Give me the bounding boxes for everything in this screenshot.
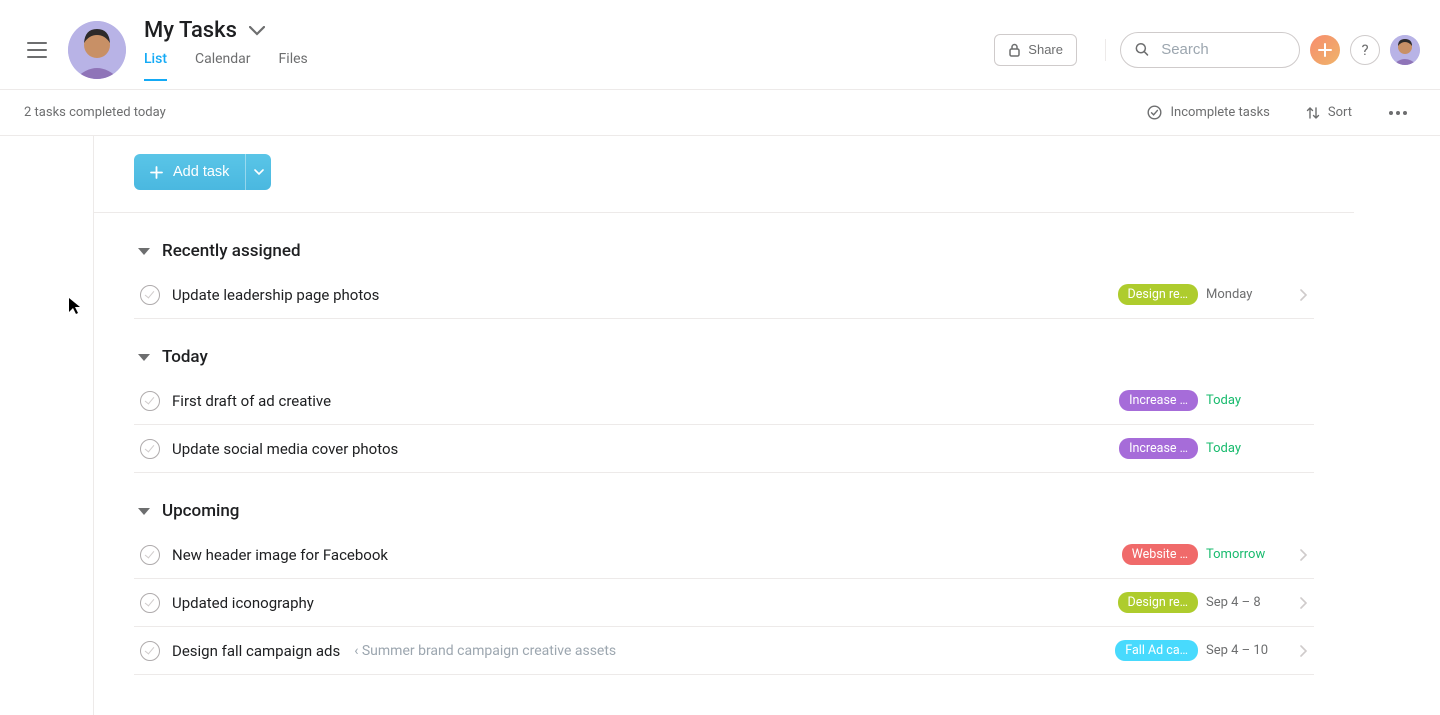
due-date[interactable]: Monday — [1206, 287, 1296, 302]
chevron-right-icon — [1300, 645, 1308, 657]
section-name: Recently assigned — [162, 241, 301, 261]
filter-incomplete[interactable]: Incomplete tasks — [1139, 101, 1277, 124]
tab-list[interactable]: List — [144, 51, 167, 81]
caret-down-icon — [138, 248, 150, 255]
section-header[interactable]: Recently assigned — [138, 241, 1314, 261]
task-row[interactable]: First draft of ad creative Increase … Toda… — [134, 377, 1314, 425]
sort-button[interactable]: Sort — [1298, 101, 1360, 124]
task-title[interactable]: Design fall campaign ads — [172, 642, 340, 660]
due-date[interactable]: Sep 4 – 8 — [1206, 595, 1296, 610]
task-row[interactable]: Design fall campaign ads ‹ Summer brand c… — [134, 627, 1314, 675]
complete-task-toggle[interactable] — [140, 593, 160, 613]
due-date[interactable]: Today — [1206, 393, 1296, 408]
tab-files[interactable]: Files — [279, 51, 308, 81]
section-name: Upcoming — [162, 501, 239, 521]
left-gutter — [0, 136, 94, 715]
menu-toggle[interactable] — [20, 33, 54, 67]
title-dropdown[interactable] — [249, 26, 265, 36]
search-box[interactable] — [1120, 32, 1300, 68]
add-task-label: Add task — [173, 164, 229, 180]
tab-calendar[interactable]: Calendar — [195, 51, 251, 81]
project-tag[interactable]: Fall Ad ca… — [1115, 640, 1198, 661]
task-row[interactable]: Updated iconography Design re… Sep 4 – 8 — [134, 579, 1314, 627]
global-add-button[interactable] — [1310, 35, 1340, 65]
share-label: Share — [1028, 42, 1063, 57]
project-tag[interactable]: Increase … — [1119, 438, 1198, 459]
project-tag[interactable]: Website … — [1122, 544, 1198, 565]
project-tag[interactable]: Design re… — [1118, 284, 1198, 305]
task-title[interactable]: New header image for Facebook — [172, 546, 388, 564]
due-date[interactable]: Today — [1206, 441, 1296, 456]
sort-label: Sort — [1328, 105, 1352, 120]
add-task-button[interactable]: Add task — [134, 154, 245, 190]
ellipsis-icon — [1388, 110, 1408, 116]
lock-icon — [1008, 43, 1021, 57]
task-row[interactable]: Update social media cover photos Increase… — [134, 425, 1314, 473]
search-icon — [1135, 41, 1149, 58]
chevron-right-icon — [1300, 597, 1308, 609]
task-row[interactable]: Update leadership page photos Design re… M… — [134, 271, 1314, 319]
sort-icon — [1306, 106, 1320, 120]
due-date[interactable]: Tomorrow — [1206, 547, 1296, 562]
cursor-indicator — [68, 297, 82, 315]
help-button[interactable]: ? — [1350, 35, 1380, 65]
completion-status: 2 tasks completed today — [24, 105, 166, 120]
view-tabs: List Calendar Files — [144, 51, 308, 81]
search-input[interactable] — [1159, 40, 1285, 59]
project-tag[interactable]: Increase … — [1119, 390, 1198, 411]
caret-down-icon — [138, 354, 150, 361]
section-name: Today — [162, 347, 208, 367]
chevron-down-icon — [254, 169, 264, 176]
question-icon: ? — [1361, 41, 1368, 59]
user-avatar-small[interactable] — [1390, 35, 1420, 65]
chevron-right-icon — [1300, 289, 1308, 301]
open-task-details[interactable] — [1300, 549, 1308, 561]
complete-task-toggle[interactable] — [140, 545, 160, 565]
section-header[interactable]: Upcoming — [138, 501, 1314, 521]
share-button[interactable]: Share — [994, 34, 1077, 66]
plus-icon — [1318, 43, 1332, 57]
task-row[interactable]: New header image for Facebook Website … To… — [134, 531, 1314, 579]
user-avatar-large[interactable] — [68, 21, 126, 79]
task-title[interactable]: Update leadership page photos — [172, 286, 379, 304]
add-task-dropdown[interactable] — [245, 154, 271, 190]
complete-task-toggle[interactable] — [140, 391, 160, 411]
task-title[interactable]: First draft of ad creative — [172, 392, 331, 410]
complete-task-toggle[interactable] — [140, 439, 160, 459]
open-task-details[interactable] — [1300, 289, 1308, 301]
separator — [1105, 39, 1106, 61]
complete-task-toggle[interactable] — [140, 285, 160, 305]
plus-icon — [150, 166, 163, 179]
task-title[interactable]: Update social media cover photos — [172, 440, 398, 458]
chevron-down-icon — [249, 26, 265, 36]
section-header[interactable]: Today — [138, 347, 1314, 367]
complete-task-toggle[interactable] — [140, 641, 160, 661]
filter-label: Incomplete tasks — [1170, 105, 1269, 120]
hamburger-icon — [27, 42, 47, 58]
task-title[interactable]: Updated iconography — [172, 594, 314, 612]
task-parent-link[interactable]: ‹ Summer brand campaign creative assets — [354, 643, 616, 659]
chevron-right-icon — [1300, 549, 1308, 561]
open-task-details[interactable] — [1300, 645, 1308, 657]
check-circle-icon — [1147, 105, 1162, 120]
due-date[interactable]: Sep 4 – 10 — [1206, 643, 1296, 658]
page-title: My Tasks — [144, 18, 237, 43]
open-task-details[interactable] — [1300, 597, 1308, 609]
more-options[interactable] — [1380, 106, 1416, 120]
project-tag[interactable]: Design re… — [1118, 592, 1198, 613]
caret-down-icon — [138, 508, 150, 515]
